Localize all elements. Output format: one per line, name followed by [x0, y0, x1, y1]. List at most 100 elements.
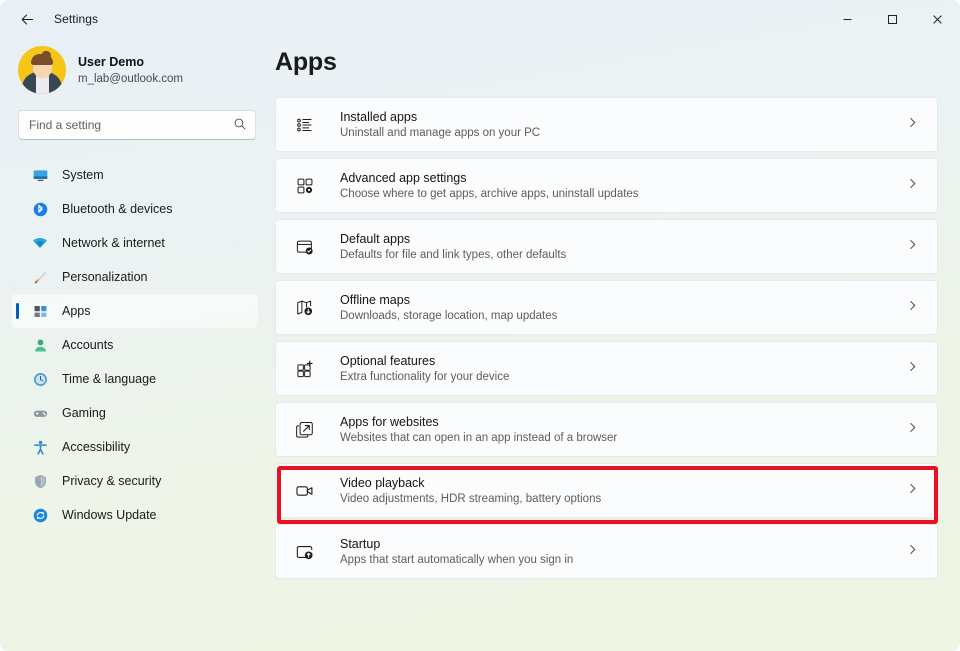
profile-email: m_lab@outlook.com	[78, 72, 183, 85]
profile-meta: User Demo m_lab@outlook.com	[78, 54, 183, 87]
search-container	[18, 110, 256, 140]
maximize-button[interactable]	[870, 0, 915, 38]
close-icon	[933, 14, 942, 24]
card-title: Default apps	[340, 231, 411, 246]
accessibility-icon	[30, 437, 50, 457]
sidebar-item-bluetooth-devices[interactable]: Bluetooth & devices	[12, 192, 258, 226]
card-subtitle: Uninstall and manage apps on your PC	[340, 126, 541, 139]
sidebar-item-label: Privacy & security	[62, 474, 162, 488]
avatar	[18, 46, 66, 94]
window-controls	[825, 0, 960, 38]
settings-card-startup[interactable]: Startup Apps that start automatically wh…	[275, 524, 938, 579]
sidebar: User Demo m_lab@outlook.com Find a setti…	[0, 38, 270, 651]
minimize-icon	[843, 18, 852, 20]
card-text: Default apps Defaults for file and link …	[340, 231, 906, 263]
sidebar-item-system[interactable]: System	[12, 158, 258, 192]
card-subtitle: Defaults for file and link types, other …	[340, 248, 567, 261]
card-title: Apps for websites	[340, 414, 439, 429]
titlebar: Settings	[0, 0, 960, 38]
card-title: Offline maps	[340, 292, 410, 307]
sidebar-item-label: Windows Update	[62, 508, 157, 522]
sidebar-nav: System Bluetooth & devices Network & int…	[12, 158, 258, 532]
card-subtitle: Apps that start automatically when you s…	[340, 553, 574, 566]
card-subtitle: Websites that can open in an app instead…	[340, 431, 618, 444]
card-subtitle: Extra functionality for your device	[340, 370, 510, 383]
main-content: Apps Installed apps Uninstall and manage…	[270, 38, 960, 651]
sidebar-item-label: Time & language	[62, 372, 157, 386]
settings-card-apps-for-websites[interactable]: Apps for websites Websites that can open…	[275, 402, 938, 457]
card-title: Startup	[340, 536, 381, 551]
chevron-right-icon	[906, 421, 919, 439]
back-button[interactable]	[12, 4, 42, 34]
card-subtitle: Downloads, storage location, map updates	[340, 309, 558, 322]
bluetooth-icon	[30, 199, 50, 219]
clock-globe-icon	[30, 369, 50, 389]
settings-card-installed-apps[interactable]: Installed apps Uninstall and manage apps…	[275, 97, 938, 152]
card-title: Advanced app settings	[340, 170, 467, 185]
minimize-button[interactable]	[825, 0, 870, 38]
window-body: User Demo m_lab@outlook.com Find a setti…	[0, 38, 960, 651]
grid-gear-icon	[294, 175, 316, 197]
sidebar-item-label: Personalization	[62, 270, 148, 284]
card-text: Offline maps Downloads, storage location…	[340, 292, 906, 324]
page-title: Apps	[275, 48, 337, 76]
user-profile[interactable]: User Demo m_lab@outlook.com	[12, 38, 258, 94]
settings-card-default-apps[interactable]: Default apps Defaults for file and link …	[275, 219, 938, 274]
sidebar-item-label: Apps	[62, 304, 91, 318]
card-text: Installed apps Uninstall and manage apps…	[340, 109, 906, 141]
chevron-right-icon	[906, 299, 919, 317]
chevron-right-icon	[906, 116, 919, 134]
video-camera-icon	[294, 480, 316, 502]
card-text: Optional features Extra functionality fo…	[340, 353, 906, 385]
card-title: Video playback	[340, 475, 425, 490]
back-arrow-icon	[21, 14, 33, 24]
sidebar-item-personalization[interactable]: Personalization	[12, 260, 258, 294]
close-button[interactable]	[915, 0, 960, 38]
map-download-icon	[294, 297, 316, 319]
chevron-right-icon	[906, 238, 919, 256]
gamepad-icon	[30, 403, 50, 423]
card-title: Installed apps	[340, 109, 418, 124]
card-subtitle: Choose where to get apps, archive apps, …	[340, 187, 639, 200]
bullet-list-icon	[294, 114, 316, 136]
settings-card-optional-features[interactable]: Optional features Extra functionality fo…	[275, 341, 938, 396]
search-input[interactable]	[18, 110, 256, 140]
sidebar-item-label: Network & internet	[62, 236, 165, 250]
sidebar-item-privacy-security[interactable]: Privacy & security	[12, 464, 258, 498]
sidebar-item-apps[interactable]: Apps	[12, 294, 258, 328]
sidebar-item-gaming[interactable]: Gaming	[12, 396, 258, 430]
card-text: Video playback Video adjustments, HDR st…	[340, 475, 906, 507]
window-title: Settings	[54, 12, 99, 26]
grid-plus-icon	[294, 358, 316, 380]
sidebar-item-label: Accessibility	[62, 440, 131, 454]
external-link-icon	[294, 419, 316, 441]
card-title: Optional features	[340, 353, 436, 368]
chevron-right-icon	[906, 482, 919, 500]
monitor-icon	[30, 165, 50, 185]
sidebar-item-windows-update[interactable]: Windows Update	[12, 498, 258, 532]
startup-power-icon	[294, 541, 316, 563]
apps-grid-icon	[30, 301, 50, 321]
chevron-right-icon	[906, 177, 919, 195]
window-check-icon	[294, 236, 316, 258]
wifi-icon	[30, 233, 50, 253]
settings-card-advanced-app-settings[interactable]: Advanced app settings Choose where to ge…	[275, 158, 938, 213]
card-subtitle: Video adjustments, HDR streaming, batter…	[340, 492, 602, 505]
maximize-icon	[888, 14, 897, 24]
sidebar-item-accessibility[interactable]: Accessibility	[12, 430, 258, 464]
settings-card-video-playback[interactable]: Video playback Video adjustments, HDR st…	[275, 463, 938, 518]
card-text: Advanced app settings Choose where to ge…	[340, 170, 906, 202]
sidebar-item-label: Gaming	[62, 406, 106, 420]
settings-window: Settings User Demo m_lab@outlook.com Fin…	[0, 0, 960, 651]
settings-card-list: Installed apps Uninstall and manage apps…	[275, 97, 938, 579]
refresh-icon	[30, 505, 50, 525]
chevron-right-icon	[906, 360, 919, 378]
sidebar-item-label: Bluetooth & devices	[62, 202, 173, 216]
settings-card-offline-maps[interactable]: Offline maps Downloads, storage location…	[275, 280, 938, 335]
sidebar-item-label: System	[62, 168, 104, 182]
sidebar-item-network-internet[interactable]: Network & internet	[12, 226, 258, 260]
sidebar-item-time-language[interactable]: Time & language	[12, 362, 258, 396]
person-icon	[30, 335, 50, 355]
sidebar-item-accounts[interactable]: Accounts	[12, 328, 258, 362]
shield-icon	[30, 471, 50, 491]
